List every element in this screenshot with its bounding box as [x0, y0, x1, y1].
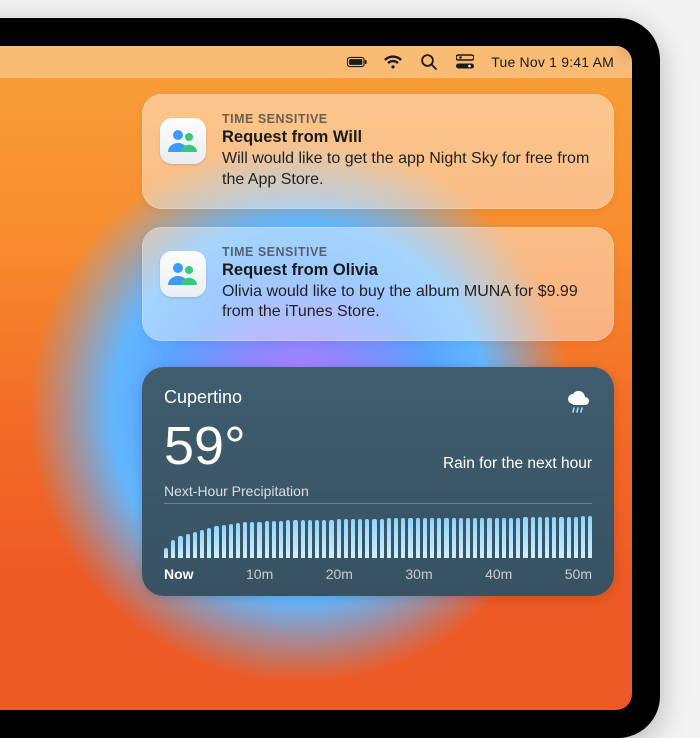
- precip-bar: [257, 522, 261, 558]
- timeline-tick: 10m: [246, 566, 273, 582]
- precip-bar: [416, 518, 420, 558]
- precip-timeline: Now 10m 20m 30m 40m 50m: [164, 566, 592, 582]
- notification-item[interactable]: TIME SENSITIVE Request from Olivia Olivi…: [142, 227, 614, 342]
- precip-bar: [272, 521, 276, 558]
- precip-bar: [200, 530, 204, 558]
- precip-bar: [444, 518, 448, 558]
- precip-label: Next-Hour Precipitation: [164, 483, 592, 499]
- notification-title: Request from Will: [222, 128, 592, 147]
- timeline-tick: 40m: [485, 566, 512, 582]
- precip-bar: [229, 524, 233, 558]
- precip-bar: [387, 518, 391, 558]
- precip-bar: [523, 517, 527, 558]
- weather-widget[interactable]: Cupertino 59° Rain for the next hour Nex…: [142, 367, 614, 596]
- precip-bar: [265, 521, 269, 558]
- divider: [164, 503, 592, 504]
- precip-bar: [380, 519, 384, 558]
- notification-message: Will would like to get the app Night Sky…: [222, 149, 592, 191]
- precip-bar: [588, 516, 592, 558]
- precip-bar: [502, 518, 506, 558]
- precip-bar: [509, 518, 513, 558]
- precip-bar: [243, 522, 247, 558]
- notification-body: TIME SENSITIVE Request from Will Will wo…: [222, 112, 592, 191]
- precip-bar: [207, 528, 211, 558]
- notification-item[interactable]: TIME SENSITIVE Request from Will Will wo…: [142, 94, 614, 209]
- precip-bar: [559, 517, 563, 558]
- precip-bar: [279, 521, 283, 558]
- precip-bar: [214, 526, 218, 558]
- precip-bar: [322, 520, 326, 558]
- precip-bar: [337, 519, 341, 558]
- precip-bar: [459, 518, 463, 558]
- precip-bar: [531, 517, 535, 558]
- precip-bar: [437, 518, 441, 558]
- precip-bar: [293, 520, 297, 558]
- precip-bar: [286, 520, 290, 558]
- control-center-icon[interactable]: [455, 52, 475, 72]
- precip-bar: [372, 519, 376, 558]
- weather-temp: 59°: [164, 419, 246, 473]
- wifi-icon[interactable]: [383, 52, 403, 72]
- precip-bar: [222, 525, 226, 558]
- precip-bar: [394, 518, 398, 558]
- precip-bar: [581, 516, 585, 558]
- weather-summary: Rain for the next hour: [443, 455, 592, 473]
- precip-bar: [344, 519, 348, 558]
- screen: Tue Nov 1 9:41 AM TIME SENSITIVE Request…: [0, 46, 632, 710]
- timeline-tick: 30m: [405, 566, 432, 582]
- precip-bar: [164, 548, 168, 558]
- precip-bar: [329, 520, 333, 558]
- menubar: Tue Nov 1 9:41 AM: [0, 46, 632, 78]
- precip-bar: [365, 519, 369, 558]
- precip-bar: [466, 518, 470, 558]
- notification-message: Olivia would like to buy the album MUNA …: [222, 282, 592, 324]
- precip-bar: [452, 518, 456, 558]
- notification-title: Request from Olivia: [222, 261, 592, 280]
- precip-bar: [186, 534, 190, 558]
- precip-bar: [487, 518, 491, 558]
- precip-bar: [538, 517, 542, 558]
- battery-icon[interactable]: [347, 52, 367, 72]
- precip-bars: [164, 512, 592, 558]
- precip-bar: [301, 520, 305, 558]
- precip-bar: [545, 517, 549, 558]
- notification-center: TIME SENSITIVE Request from Will Will wo…: [142, 94, 614, 596]
- precip-bar: [401, 518, 405, 558]
- precip-bar: [315, 520, 319, 558]
- device-frame: Tue Nov 1 9:41 AM TIME SENSITIVE Request…: [0, 18, 660, 738]
- precip-bar: [236, 523, 240, 558]
- notification-tag: TIME SENSITIVE: [222, 112, 592, 126]
- menubar-datetime[interactable]: Tue Nov 1 9:41 AM: [491, 54, 614, 70]
- precip-bar: [574, 517, 578, 558]
- precip-bar: [308, 520, 312, 558]
- precip-bar: [193, 532, 197, 558]
- timeline-tick: Now: [164, 566, 194, 582]
- precip-bar: [480, 518, 484, 558]
- search-icon[interactable]: [419, 52, 439, 72]
- precip-bar: [552, 517, 556, 558]
- precip-bar: [473, 518, 477, 558]
- weather-city: Cupertino: [164, 387, 242, 408]
- rain-cloud-icon: [564, 389, 592, 417]
- notification-tag: TIME SENSITIVE: [222, 245, 592, 259]
- timeline-tick: 50m: [565, 566, 592, 582]
- precip-bar: [250, 522, 254, 558]
- timeline-tick: 20m: [326, 566, 353, 582]
- precip-bar: [358, 519, 362, 558]
- precip-bar: [430, 518, 434, 558]
- precip-bar: [178, 536, 182, 558]
- family-sharing-icon: [160, 251, 206, 297]
- precip-bar: [516, 518, 520, 558]
- precip-bar: [351, 519, 355, 558]
- notification-body: TIME SENSITIVE Request from Olivia Olivi…: [222, 245, 592, 324]
- precip-bar: [171, 540, 175, 558]
- precip-bar: [423, 518, 427, 558]
- precip-bar: [495, 518, 499, 558]
- family-sharing-icon: [160, 118, 206, 164]
- precip-bar: [567, 517, 571, 558]
- precip-bar: [408, 518, 412, 558]
